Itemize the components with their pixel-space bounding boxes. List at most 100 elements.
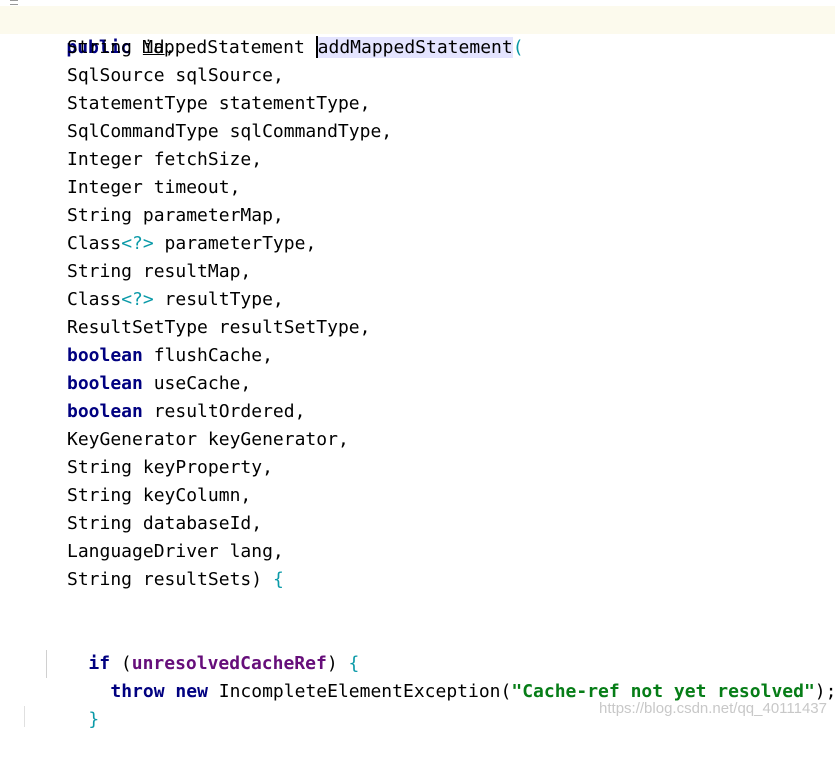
- parameter-line[interactable]: StatementType statementType,: [67, 90, 370, 118]
- comma: ,: [381, 121, 393, 142]
- parameter-type: StatementType: [67, 93, 208, 114]
- parameter-name[interactable]: parameterType: [165, 233, 306, 254]
- comma: ,: [272, 289, 284, 310]
- new-keyword: new: [175, 681, 208, 702]
- comma: ,: [272, 205, 284, 226]
- parameter-line[interactable]: Class<?> resultType,: [67, 286, 284, 314]
- watermark: https://blog.csdn.net/qq_40111437: [599, 700, 827, 717]
- parameter-line[interactable]: boolean useCache,: [67, 370, 251, 398]
- parameter-name[interactable]: id: [143, 37, 165, 58]
- parameter-name[interactable]: parameterMap: [143, 205, 273, 226]
- comma: ,: [305, 233, 317, 254]
- method-open-brace: {: [272, 569, 284, 590]
- parameter-type: Class: [67, 233, 122, 254]
- comma: ,: [240, 373, 252, 394]
- closing-brace-line[interactable]: }: [45, 678, 99, 730]
- parameter-type: Integer: [67, 149, 143, 170]
- parameter-type: SqlCommandType: [67, 121, 219, 142]
- parameter-line[interactable]: boolean resultOrdered,: [67, 398, 305, 426]
- parameter-name[interactable]: resultSetType: [219, 317, 360, 338]
- parameter-name[interactable]: sqlSource: [175, 65, 273, 86]
- comma: ,: [251, 149, 263, 170]
- comma: ,: [359, 317, 371, 338]
- throw-statement-line[interactable]: throw new IncompleteElementException("Ca…: [67, 650, 835, 702]
- parameter-name[interactable]: resultSets: [143, 569, 251, 590]
- comma: ,: [272, 541, 284, 562]
- generic-wildcard: <?>: [121, 233, 154, 254]
- parameter-line[interactable]: SqlSource sqlSource,: [67, 62, 284, 90]
- parameter-line[interactable]: String resultSets) {: [67, 566, 284, 594]
- parameter-name[interactable]: keyColumn: [143, 485, 241, 506]
- parameter-name[interactable]: databaseId: [143, 513, 251, 534]
- method-indent-guide: [24, 706, 25, 727]
- call-open-paren: (: [500, 681, 512, 702]
- comma: ,: [240, 485, 252, 506]
- parameter-name[interactable]: resultType: [165, 289, 273, 310]
- comma: ,: [294, 401, 306, 422]
- parameter-line[interactable]: String parameterMap,: [67, 202, 284, 230]
- close-paren: ): [251, 569, 273, 590]
- parameter-type: boolean: [67, 373, 143, 394]
- parameter-line[interactable]: LanguageDriver lang,: [67, 538, 284, 566]
- code-editor[interactable]: public MappedStatement addMappedStatemen…: [0, 0, 835, 730]
- parameter-type: LanguageDriver: [67, 541, 219, 562]
- parameter-line[interactable]: ResultSetType resultSetType,: [67, 314, 370, 342]
- parameter-name[interactable]: keyGenerator: [208, 429, 338, 450]
- parameter-line[interactable]: String id,: [67, 34, 175, 62]
- parameter-type: KeyGenerator: [67, 429, 198, 450]
- parameter-name[interactable]: lang: [230, 541, 273, 562]
- parameter-name[interactable]: timeout: [154, 177, 230, 198]
- comma: ,: [337, 429, 349, 450]
- parameter-line[interactable]: Integer fetchSize,: [67, 146, 262, 174]
- if-statement-line[interactable]: if (unresolvedCacheRef) {: [45, 622, 359, 674]
- parameter-name[interactable]: resultOrdered: [154, 401, 295, 422]
- parameter-name[interactable]: useCache: [154, 373, 241, 394]
- parameter-type: String: [67, 569, 133, 590]
- comma: ,: [262, 457, 273, 478]
- parameter-type: Integer: [67, 177, 143, 198]
- parameter-name[interactable]: keyProperty: [143, 457, 262, 478]
- comma: ,: [240, 261, 252, 282]
- exception-message-string: "Cache-ref not yet resolved": [511, 681, 815, 702]
- parameter-line[interactable]: String keyColumn,: [67, 482, 251, 510]
- fold-marker-icon[interactable]: [10, 0, 18, 5]
- comma: ,: [359, 93, 371, 114]
- parameter-type: Class: [67, 289, 122, 310]
- open-paren: (: [512, 37, 524, 58]
- comma: ,: [229, 177, 241, 198]
- parameter-type: String: [67, 205, 133, 226]
- method-name[interactable]: addMappedStatement: [317, 37, 513, 58]
- parameter-name[interactable]: sqlCommandType: [230, 121, 382, 142]
- parameter-type: SqlSource: [67, 65, 165, 86]
- parameter-type: String: [67, 261, 133, 282]
- comma: ,: [251, 513, 263, 534]
- parameter-name[interactable]: statementType: [219, 93, 360, 114]
- parameter-line[interactable]: String keyProperty,: [67, 454, 273, 482]
- parameter-name[interactable]: fetchSize: [154, 149, 252, 170]
- parameter-type: String: [67, 457, 133, 478]
- parameter-type: String: [67, 485, 133, 506]
- comma: ,: [164, 37, 176, 58]
- call-close: );: [814, 681, 835, 702]
- parameter-type: boolean: [67, 345, 143, 366]
- parameter-line[interactable]: boolean flushCache,: [67, 342, 273, 370]
- parameter-line[interactable]: KeyGenerator keyGenerator,: [67, 426, 349, 454]
- method-signature-line[interactable]: public MappedStatement addMappedStatemen…: [23, 6, 524, 58]
- parameter-type: String: [67, 37, 133, 58]
- throw-keyword: throw: [110, 681, 165, 702]
- parameter-type: String: [67, 513, 133, 534]
- indent-guide: [46, 650, 47, 678]
- generic-wildcard: <?>: [121, 289, 154, 310]
- parameter-name[interactable]: resultMap: [143, 261, 241, 282]
- parameter-line[interactable]: String databaseId,: [67, 510, 262, 538]
- comma: ,: [262, 345, 273, 366]
- parameter-line[interactable]: String resultMap,: [67, 258, 251, 286]
- comma: ,: [272, 65, 284, 86]
- parameter-type: ResultSetType: [67, 317, 208, 338]
- parameter-type: boolean: [67, 401, 143, 422]
- parameter-line[interactable]: Class<?> parameterType,: [67, 230, 316, 258]
- parameter-line[interactable]: SqlCommandType sqlCommandType,: [67, 118, 392, 146]
- parameter-line[interactable]: Integer timeout,: [67, 174, 240, 202]
- exception-class[interactable]: IncompleteElementException: [219, 681, 501, 702]
- parameter-name[interactable]: flushCache: [154, 345, 262, 366]
